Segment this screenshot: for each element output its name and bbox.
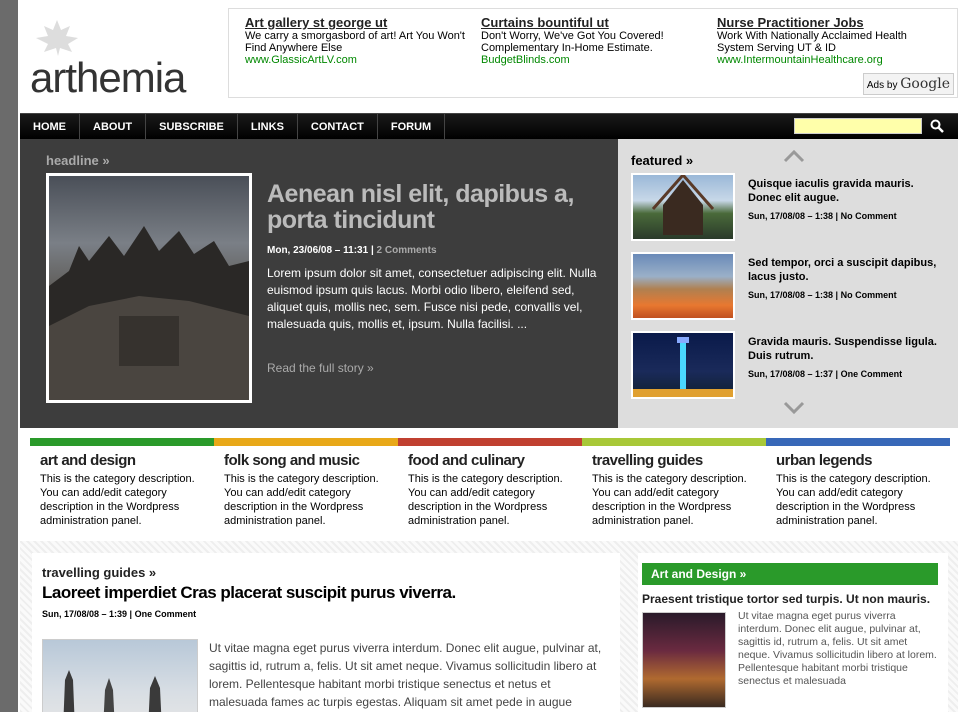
- post-category-link[interactable]: travelling guides »: [42, 565, 156, 580]
- category-description: This is the category description. You ca…: [776, 473, 931, 527]
- sidebar-post-title[interactable]: Praesent tristique tortor sed turpis. Ut…: [642, 592, 930, 606]
- featured-label[interactable]: featured »: [631, 153, 693, 168]
- headline-date: Mon, 23/06/08 – 11:31 |: [267, 245, 374, 256]
- featured-date: Sun, 17/08/08 – 1:38 |: [748, 290, 839, 300]
- headline-title[interactable]: Aenean nisl elit, dapibus a, porta tinci…: [267, 181, 607, 233]
- nav-contact[interactable]: CONTACT: [298, 114, 378, 140]
- sidebar-post-excerpt: Ut vitae magna eget purus viverra interd…: [738, 610, 937, 687]
- chevron-down-icon[interactable]: [783, 401, 805, 415]
- post-comments-link[interactable]: One Comment: [135, 609, 197, 619]
- read-more-link[interactable]: Read the full story »: [267, 361, 374, 375]
- stupa-illustration: [63, 670, 162, 712]
- chevron-up-icon[interactable]: [783, 149, 805, 163]
- featured-comments-link[interactable]: No Comment: [841, 211, 897, 221]
- featured-title[interactable]: Gravida mauris. Suspendisse ligula. Duis…: [748, 335, 938, 363]
- ad-url[interactable]: www.GlassicArtLV.com: [245, 54, 473, 66]
- sidebar-art-and-design: Art and Design » Praesent tristique tort…: [638, 553, 948, 712]
- post-thumbnail[interactable]: [42, 639, 198, 712]
- nav-about[interactable]: ABOUT: [80, 114, 147, 140]
- featured-item[interactable]: Quisque iaculis gravida mauris. Donec el…: [631, 172, 951, 241]
- traditional-house-illustration: [651, 172, 715, 235]
- category-travelling-guides: travelling guides This is the category d…: [582, 438, 766, 528]
- google-brand: Google: [900, 76, 950, 92]
- featured-title[interactable]: Sed tempor, orci a suscipit dapibus, lac…: [748, 256, 938, 284]
- featured-comments-link[interactable]: One Comment: [841, 369, 903, 379]
- ad-item[interactable]: Curtains bountiful ut Don't Worry, We've…: [481, 16, 709, 66]
- category-color-bar: [30, 438, 214, 446]
- headline-image[interactable]: [46, 173, 252, 403]
- search-icon[interactable]: [930, 119, 944, 133]
- search-input[interactable]: [794, 118, 922, 134]
- ad-url[interactable]: www.IntermountainHealthcare.org: [717, 54, 945, 66]
- headline-excerpt: Lorem ipsum dolor sit amet, consectetuer…: [267, 266, 597, 331]
- ads-by-google-link[interactable]: Ads by Google: [862, 73, 954, 95]
- nav-home[interactable]: HOME: [20, 114, 80, 140]
- ad-title[interactable]: Curtains bountiful ut: [481, 16, 709, 29]
- category-folk-song-and-music: folk song and music This is the category…: [214, 438, 398, 528]
- logo-text: arthemia: [30, 54, 186, 101]
- featured-item[interactable]: Sed tempor, orci a suscipit dapibus, lac…: [631, 252, 951, 320]
- sidebar-heading[interactable]: Art and Design »: [642, 563, 938, 585]
- post-excerpt: travelling guides » Laoreet imperdiet Cr…: [32, 553, 620, 712]
- featured-meta: Sun, 17/08/08 – 1:38 | No Comment: [748, 211, 897, 221]
- main-nav: HOME ABOUT SUBSCRIBE LINKS CONTACT FORUM: [20, 113, 958, 140]
- category-description: This is the category description. You ca…: [592, 473, 747, 527]
- featured-title[interactable]: Quisque iaculis gravida mauris. Donec el…: [748, 177, 938, 205]
- category-title[interactable]: food and culinary: [408, 452, 582, 469]
- category-color-bar: [214, 438, 398, 446]
- site-logo[interactable]: arthemia: [30, 18, 210, 101]
- category-art-and-design: art and design This is the category desc…: [30, 438, 214, 528]
- featured-comments-link[interactable]: No Comment: [841, 290, 897, 300]
- page: arthemia Art gallery st george ut We car…: [18, 0, 958, 712]
- headline-meta: Mon, 23/06/08 – 11:31 | 2 Comments: [267, 245, 437, 256]
- monument-illustration: [633, 337, 733, 397]
- ad-block: Art gallery st george ut We carry a smor…: [228, 8, 958, 98]
- headline-label[interactable]: headline »: [46, 153, 110, 168]
- nav-forum[interactable]: FORUM: [378, 114, 446, 140]
- featured-item[interactable]: Gravida mauris. Suspendisse ligula. Duis…: [631, 331, 951, 399]
- category-description: This is the category description. You ca…: [224, 473, 379, 527]
- featured-section: featured » Quisque iaculis gravida mauri…: [618, 139, 958, 428]
- featured-thumbnail[interactable]: [631, 252, 735, 320]
- post-excerpt-text: Ut vitae magna eget purus viverra interd…: [209, 641, 602, 709]
- temple-illustration: [49, 226, 249, 400]
- maple-leaf-icon: [36, 20, 78, 56]
- category-food-and-culinary: food and culinary This is the category d…: [398, 438, 582, 528]
- ad-item[interactable]: Nurse Practitioner Jobs Work With Nation…: [717, 16, 945, 66]
- ads-by-label: Ads by: [866, 80, 898, 91]
- ad-url[interactable]: BudgetBlinds.com: [481, 54, 709, 66]
- category-description: This is the category description. You ca…: [408, 473, 563, 527]
- category-title[interactable]: folk song and music: [224, 452, 398, 469]
- headline-section: headline » Aenean nisl elit, dapibus a, …: [20, 139, 618, 428]
- post-date: Sun, 17/08/08 – 1:39 |: [42, 609, 133, 619]
- featured-thumbnail[interactable]: [631, 331, 735, 399]
- nav-links[interactable]: LINKS: [238, 114, 298, 140]
- category-urban-legends: urban legends This is the category descr…: [766, 438, 950, 528]
- featured-meta: Sun, 17/08/08 – 1:38 | No Comment: [748, 290, 897, 300]
- post-meta: Sun, 17/08/08 – 1:39 | One Comment: [42, 609, 196, 619]
- category-color-bar: [398, 438, 582, 446]
- ad-text: We carry a smorgasbord of art! Art You W…: [245, 30, 465, 54]
- category-title[interactable]: art and design: [40, 452, 214, 469]
- ad-text: Work With Nationally Acclaimed Health Sy…: [717, 30, 907, 54]
- post-title[interactable]: Laoreet imperdiet Cras placerat suscipit…: [42, 583, 456, 603]
- ad-title[interactable]: Art gallery st george ut: [245, 16, 473, 29]
- category-title[interactable]: urban legends: [776, 452, 950, 469]
- category-description: This is the category description. You ca…: [40, 473, 195, 527]
- ad-item[interactable]: Art gallery st george ut We carry a smor…: [245, 16, 473, 66]
- nav-subscribe[interactable]: SUBSCRIBE: [146, 114, 238, 140]
- category-color-bar: [766, 438, 950, 446]
- lower-section: travelling guides » Laoreet imperdiet Cr…: [20, 541, 958, 712]
- featured-date: Sun, 17/08/08 – 1:38 |: [748, 211, 839, 221]
- headline-comments-link[interactable]: 2 Comments: [377, 245, 437, 256]
- ad-text: Don't Worry, We've Got You Covered! Comp…: [481, 30, 664, 54]
- featured-date: Sun, 17/08/08 – 1:37 |: [748, 369, 839, 379]
- category-color-bar: [582, 438, 766, 446]
- featured-thumbnail[interactable]: [631, 172, 735, 241]
- category-title[interactable]: travelling guides: [592, 452, 766, 469]
- featured-meta: Sun, 17/08/08 – 1:37 | One Comment: [748, 369, 902, 379]
- ad-title[interactable]: Nurse Practitioner Jobs: [717, 16, 945, 29]
- sidebar-thumbnail[interactable]: [642, 612, 726, 708]
